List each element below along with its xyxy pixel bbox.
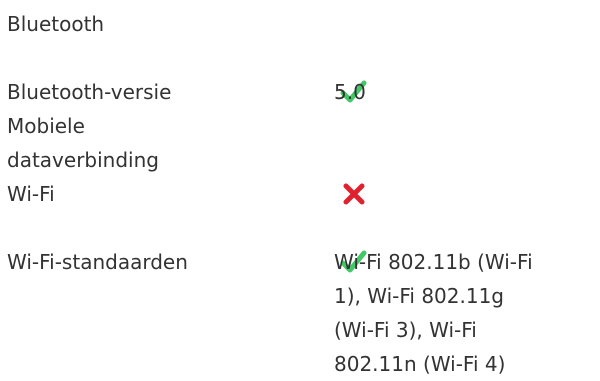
spec-label: Mobiele dataverbinding (7, 114, 159, 172)
spec-row-mobile-data: Mobiele dataverbinding (0, 109, 600, 205)
spec-value (331, 7, 600, 103)
spec-label: Wi-Fi (7, 182, 55, 206)
check-icon (337, 41, 371, 103)
spec-table: Bluetooth Bluetooth-versie 5.0 Mobiele d… (0, 0, 600, 381)
spec-row-wifi-standards: Wi-Fi-standaarden Wi-Fi 802.11b (Wi-Fi 1… (0, 245, 600, 381)
spec-value: Wi-Fi 802.11b (Wi-Fi 1), Wi-Fi 802.11g (… (334, 250, 533, 376)
spec-label: Bluetooth (7, 12, 105, 36)
spec-row-bluetooth-version: Bluetooth-versie 5.0 (0, 75, 600, 109)
spec-value (331, 109, 600, 205)
spec-label: Bluetooth-versie (7, 80, 172, 104)
cross-icon (337, 143, 371, 205)
spec-value (331, 177, 600, 273)
check-icon (337, 211, 371, 273)
spec-value: 5.0 (334, 80, 366, 104)
spec-row-wifi: Wi-Fi (0, 177, 600, 273)
spec-label: Wi-Fi-standaarden (7, 250, 188, 274)
spec-row-bluetooth: Bluetooth (0, 7, 600, 103)
